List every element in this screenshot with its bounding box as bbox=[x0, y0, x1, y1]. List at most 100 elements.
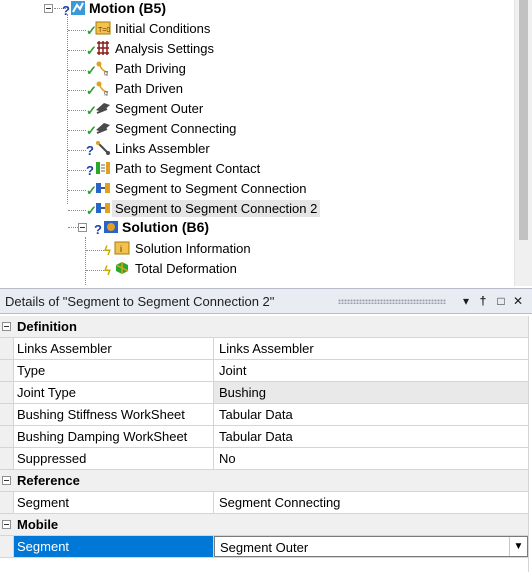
tree-connector bbox=[68, 90, 86, 91]
details-panel: Details of "Segment to Segment Connectio… bbox=[0, 288, 532, 572]
property-row[interactable]: Type Joint bbox=[0, 360, 528, 382]
property-name: Segment bbox=[14, 536, 214, 557]
question-status-icon: ? bbox=[62, 3, 70, 18]
drag-grip[interactable] bbox=[338, 299, 446, 304]
question-status-icon: ? bbox=[94, 222, 102, 237]
tree-node-label: Path Driven bbox=[115, 80, 183, 96]
property-name: Links Assembler bbox=[14, 338, 214, 359]
tree-node-solution[interactable]: Solution (B6) bbox=[119, 217, 212, 237]
tree-node-path-driven[interactable]: Path Driven bbox=[112, 78, 186, 98]
property-value[interactable]: Links Assembler bbox=[214, 338, 528, 359]
property-row[interactable]: Bushing Damping WorkSheet Tabular Data bbox=[0, 426, 528, 448]
segment-select[interactable]: Segment Outer ▼ bbox=[214, 536, 528, 557]
joint-icon bbox=[96, 203, 110, 213]
grid-border bbox=[528, 316, 529, 572]
tree-connector bbox=[68, 150, 86, 151]
property-row[interactable]: Links Assembler Links Assembler bbox=[0, 338, 528, 360]
tree-node-label: Solution Information bbox=[135, 240, 251, 256]
total-deformation-icon bbox=[115, 262, 129, 274]
select-value: Segment Outer bbox=[220, 540, 309, 555]
section-label: Definition bbox=[17, 319, 77, 334]
tree-node-label: Total Deformation bbox=[135, 260, 237, 276]
section-mobile[interactable]: Mobile bbox=[0, 514, 528, 536]
joint-icon bbox=[96, 183, 110, 193]
row-gutter bbox=[0, 426, 14, 447]
section-label: Mobile bbox=[17, 517, 59, 532]
property-value[interactable]: Segment Connecting bbox=[214, 492, 528, 513]
dropdown-button[interactable]: ▼ bbox=[509, 537, 527, 556]
property-name: Suppressed bbox=[14, 448, 214, 469]
solution-icon bbox=[104, 221, 118, 233]
tree-connector bbox=[68, 210, 86, 211]
tree-node-segment-to-segment-connection[interactable]: Segment to Segment Connection bbox=[112, 178, 310, 198]
links-assembler-icon bbox=[96, 141, 110, 155]
tree-node-label: Segment to Segment Connection 2 bbox=[112, 199, 321, 217]
tree-node-motion[interactable]: Motion (B5) bbox=[86, 0, 169, 18]
property-value[interactable]: Bushing bbox=[214, 382, 528, 403]
property-name: Bushing Damping WorkSheet bbox=[14, 426, 214, 447]
svg-text:T=0: T=0 bbox=[98, 27, 110, 34]
section-reference[interactable]: Reference bbox=[0, 470, 528, 492]
solution-information-icon: i bbox=[114, 241, 130, 255]
row-gutter bbox=[0, 448, 14, 469]
dropdown-arrow-icon[interactable]: ▾ bbox=[458, 293, 474, 309]
close-icon[interactable]: ✕ bbox=[510, 293, 526, 309]
property-row[interactable]: Joint Type Bushing bbox=[0, 382, 528, 404]
collapse-section-toggle[interactable] bbox=[2, 322, 11, 331]
tree-node-label: Segment Connecting bbox=[115, 120, 237, 136]
initial-conditions-icon: T=0 bbox=[95, 21, 111, 35]
tree-node-analysis-settings[interactable]: Analysis Settings bbox=[112, 38, 217, 58]
tree-node-links-assembler[interactable]: Links Assembler bbox=[112, 138, 213, 158]
property-row[interactable]: Bushing Stiffness WorkSheet Tabular Data bbox=[0, 404, 528, 426]
collapse-motion-toggle[interactable] bbox=[44, 4, 53, 13]
segment-outer-icon bbox=[96, 103, 110, 114]
tree-node-label: Path Driving bbox=[115, 60, 186, 76]
property-value[interactable]: Tabular Data bbox=[214, 426, 528, 447]
row-gutter bbox=[0, 536, 14, 557]
tree-node-initial-conditions[interactable]: Initial Conditions bbox=[112, 18, 213, 38]
svg-text:g: g bbox=[104, 90, 108, 96]
tree-node-label: Path to Segment Contact bbox=[115, 160, 261, 176]
tree-node-label: Segment Outer bbox=[115, 100, 204, 116]
tree-node-solution-information[interactable]: Solution Information bbox=[132, 238, 254, 258]
motion-analysis-icon bbox=[71, 1, 85, 15]
tree-node-segment-to-segment-connection-2[interactable]: Segment to Segment Connection 2 bbox=[112, 198, 321, 218]
tree-connector bbox=[68, 190, 86, 191]
property-name: Type bbox=[14, 360, 214, 381]
row-gutter bbox=[0, 404, 14, 425]
scrollbar-thumb[interactable] bbox=[519, 0, 528, 240]
tree-connector bbox=[67, 14, 68, 204]
details-header: Details of "Segment to Segment Connectio… bbox=[0, 288, 532, 314]
property-name: Segment bbox=[14, 492, 214, 513]
tree-connector bbox=[85, 237, 86, 286]
tree-node-path-driving[interactable]: Path Driving bbox=[112, 58, 189, 78]
tree-node-label: Links Assembler bbox=[115, 140, 210, 156]
tree-node-path-to-segment-contact[interactable]: Path to Segment Contact bbox=[112, 158, 263, 178]
property-value[interactable]: No bbox=[214, 448, 528, 469]
collapse-section-toggle[interactable] bbox=[2, 520, 11, 529]
property-row[interactable]: Segment Segment Connecting bbox=[0, 492, 528, 514]
question-status-icon: ? bbox=[86, 143, 94, 158]
details-grid: Definition Links Assembler Links Assembl… bbox=[0, 316, 528, 558]
tree-node-label: Solution (B6) bbox=[122, 219, 210, 235]
collapse-solution-toggle[interactable] bbox=[78, 223, 87, 232]
tree-scrollbar[interactable] bbox=[514, 0, 532, 286]
property-value[interactable]: Tabular Data bbox=[214, 404, 528, 425]
tree-node-segment-outer[interactable]: Segment Outer bbox=[112, 98, 206, 118]
analysis-settings-icon bbox=[97, 41, 109, 55]
row-gutter bbox=[0, 492, 14, 513]
svg-text:i: i bbox=[120, 244, 122, 254]
property-value[interactable]: Joint bbox=[214, 360, 528, 381]
tree-connector bbox=[68, 170, 86, 171]
tree-connector bbox=[86, 250, 104, 251]
tree-connector bbox=[68, 227, 78, 228]
maximize-icon[interactable]: □ bbox=[493, 293, 509, 309]
pin-icon[interactable]: † bbox=[475, 293, 491, 309]
property-row-selected[interactable]: Segment Segment Outer ▼ bbox=[0, 536, 528, 558]
tree-node-total-deformation[interactable]: Total Deformation bbox=[132, 258, 240, 278]
tree-node-segment-connecting[interactable]: Segment Connecting bbox=[112, 118, 239, 138]
collapse-section-toggle[interactable] bbox=[2, 476, 11, 485]
property-row[interactable]: Suppressed No bbox=[0, 448, 528, 470]
tree-node-label: Analysis Settings bbox=[115, 40, 214, 56]
section-definition[interactable]: Definition bbox=[0, 316, 528, 338]
